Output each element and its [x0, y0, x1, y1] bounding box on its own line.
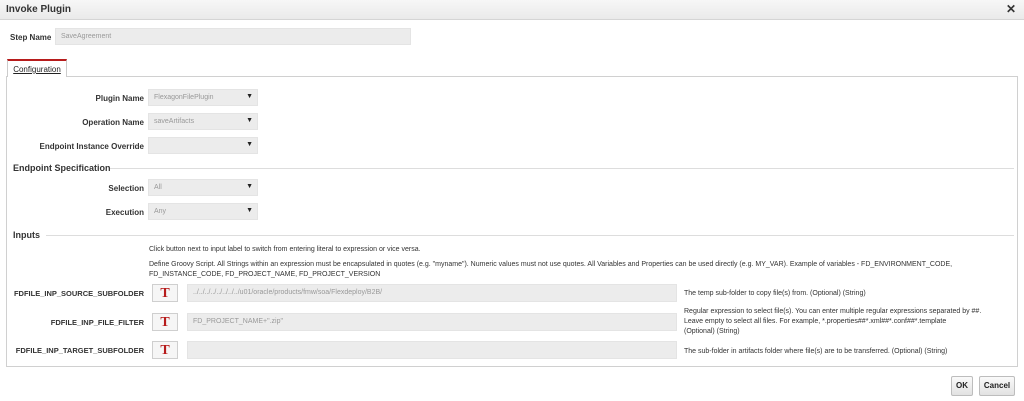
endpoint-spec-title: Endpoint Specification	[13, 163, 111, 173]
field-description: (Optional) (String)	[684, 328, 740, 335]
endpoint-override-select[interactable]: ▼	[148, 137, 258, 154]
inputs-help-text: Click button next to input label to swit…	[149, 246, 421, 253]
step-name-field[interactable]: SaveAgreement	[55, 28, 411, 45]
plugin-name-label: Plugin Name	[95, 94, 144, 103]
chevron-down-icon: ▼	[246, 207, 253, 214]
chevron-down-icon: ▼	[246, 93, 253, 100]
selection-value: All	[154, 184, 162, 191]
field-description: The temp sub-folder to copy file(s) from…	[684, 290, 866, 297]
source-subfolder-desc: The temp sub-folder to copy file(s) from…	[684, 289, 1014, 299]
literal-toggle-button[interactable]: T	[152, 341, 178, 359]
operation-name-select[interactable]: saveArtifacts ▼	[148, 113, 258, 130]
target-subfolder-input[interactable]	[187, 341, 677, 359]
file-filter-input[interactable]: FD_PROJECT_NAME+".zip"	[187, 313, 677, 331]
section-divider	[110, 168, 1014, 169]
execution-label: Execution	[105, 208, 144, 217]
literal-toggle-button[interactable]: T	[152, 284, 178, 302]
ok-button[interactable]: OK	[951, 376, 973, 396]
target-subfolder-desc: The sub-folder in artifacts folder where…	[684, 347, 1014, 357]
dialog-titlebar: Invoke Plugin ✕	[0, 0, 1024, 20]
execution-value: Any	[154, 208, 167, 215]
plugin-name-value: FlexagonFilePlugin	[154, 94, 214, 101]
section-divider	[46, 235, 1014, 236]
chevron-down-icon: ▼	[246, 117, 253, 124]
endpoint-override-label: Endpoint Instance Override	[39, 142, 144, 151]
selection-select[interactable]: All ▼	[148, 179, 258, 196]
source-subfolder-label: FDFILE_INP_SOURCE_SUBFOLDER	[13, 289, 144, 298]
groovy-help-line: FD_INSTANCE_CODE, FD_PROJECT_NAME, FD_PR…	[149, 271, 381, 278]
execution-select[interactable]: Any ▼	[148, 203, 258, 220]
step-name-label: Step Name	[10, 33, 52, 42]
close-icon[interactable]: ✕	[1006, 2, 1016, 16]
source-subfolder-input[interactable]: ../../../../../../../../u01/oracle/produ…	[187, 284, 677, 302]
field-description: Leave empty to select all files. For exa…	[684, 318, 947, 325]
inputs-title: Inputs	[13, 230, 40, 240]
file-filter-desc: Regular expression to select file(s). Yo…	[684, 307, 1014, 337]
file-filter-label: FDFILE_INP_FILE_FILTER	[50, 318, 144, 327]
field-description: The sub-folder in artifacts folder where…	[684, 348, 948, 355]
selection-label: Selection	[108, 184, 144, 193]
cancel-button[interactable]: Cancel	[979, 376, 1015, 396]
chevron-down-icon: ▼	[246, 141, 253, 148]
operation-name-value: saveArtifacts	[154, 118, 195, 125]
dialog-title: Invoke Plugin	[6, 4, 72, 15]
groovy-help-text: Define Groovy Script. All Strings within…	[149, 260, 1009, 280]
chevron-down-icon: ▼	[246, 183, 253, 190]
field-description: Regular expression to select file(s). Yo…	[684, 308, 982, 315]
literal-toggle-button[interactable]: T	[152, 313, 178, 331]
operation-name-label: Operation Name	[82, 118, 144, 127]
plugin-name-select[interactable]: FlexagonFilePlugin ▼	[148, 89, 258, 106]
tab-configuration[interactable]: Configuration	[7, 59, 67, 77]
groovy-help-line: Define Groovy Script. All Strings within…	[149, 261, 953, 268]
target-subfolder-label: FDFILE_INP_TARGET_SUBFOLDER	[15, 346, 144, 355]
